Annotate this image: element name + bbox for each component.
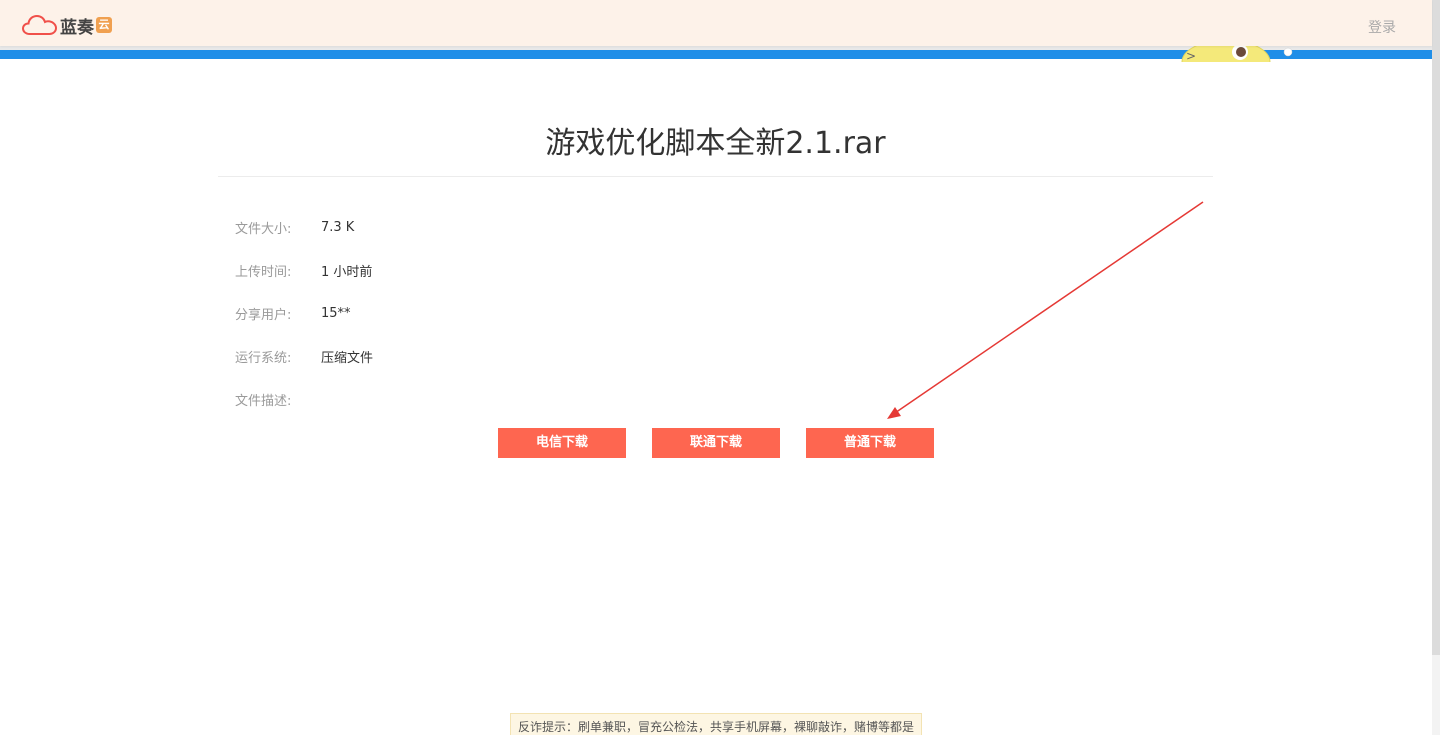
logo-text: 蓝奏 bbox=[60, 17, 94, 38]
info-row-description: 文件描述: bbox=[235, 389, 321, 409]
info-label: 上传时间: bbox=[235, 264, 292, 280]
top-header: 蓝奏 云 登录 bbox=[0, 0, 1432, 46]
info-row-upload-time: 上传时间: 1 小时前 bbox=[235, 260, 372, 280]
file-title: 游戏优化脚本全新2.1.rar bbox=[545, 126, 886, 161]
anti-fraud-notice: 反诈提示：刷单兼职，冒充公检法，共享手机屏幕，裸聊敲诈，赌博等都是 bbox=[510, 713, 922, 735]
logo-badge: 云 bbox=[96, 17, 112, 33]
info-label: 分享用户: bbox=[235, 307, 292, 323]
scrollbar-thumb[interactable] bbox=[1432, 0, 1440, 655]
annotation-arrow bbox=[887, 201, 1204, 419]
title-divider bbox=[218, 176, 1213, 177]
info-value: 压缩文件 bbox=[321, 350, 374, 366]
info-label: 文件描述: bbox=[235, 393, 292, 409]
telecom-download-button[interactable]: 电信下载 bbox=[498, 428, 626, 458]
scrollbar[interactable] bbox=[1432, 0, 1440, 735]
info-value: 15** bbox=[321, 305, 351, 321]
svg-text:>: > bbox=[1186, 49, 1196, 62]
info-value: 1 小时前 bbox=[321, 264, 373, 280]
info-value: 7.3 K bbox=[321, 219, 355, 235]
login-link[interactable]: 登录 bbox=[1368, 17, 1396, 37]
normal-download-button[interactable]: 普通下载 bbox=[806, 428, 934, 458]
info-label: 运行系统: bbox=[235, 350, 292, 366]
info-row-size: 文件大小: 7.3 K bbox=[235, 217, 354, 237]
unicom-download-button[interactable]: 联通下载 bbox=[652, 428, 780, 458]
cloud-icon bbox=[22, 14, 58, 36]
info-row-system: 运行系统: 压缩文件 bbox=[235, 346, 373, 366]
info-row-share-user: 分享用户: 15** bbox=[235, 303, 351, 323]
site-logo[interactable]: 蓝奏 云 bbox=[22, 13, 112, 38]
info-label: 文件大小: bbox=[235, 221, 292, 237]
